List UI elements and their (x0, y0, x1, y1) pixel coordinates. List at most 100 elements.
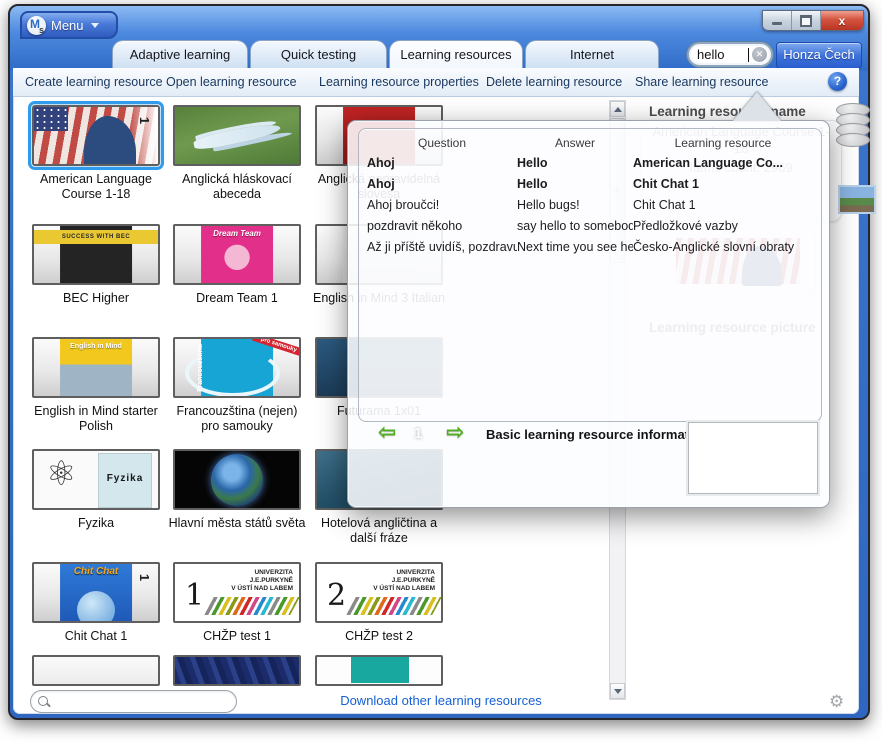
search-input[interactable] (697, 47, 749, 62)
search-box: ✕ (687, 42, 773, 67)
resource-thumbnail: Francouzština pro samouky (173, 337, 301, 398)
result-row[interactable]: AhojHelloAmerican Language Co... (359, 153, 821, 174)
resource-card[interactable]: Francouzština pro samouky Francouzština … (166, 337, 308, 434)
restore-button[interactable] (792, 11, 821, 30)
cover-bec-book: SUCCESS WITH BEC (34, 226, 158, 283)
page-number: 1 (414, 425, 422, 442)
resource-card[interactable]: Hlavní města států světa (166, 449, 308, 531)
cover-dream-team: Dream Team (175, 226, 299, 283)
tab-internet[interactable]: Internet (525, 40, 659, 68)
sidebar-name-label: Learning resource name (649, 104, 806, 119)
resource-card[interactable]: 2 UNIVERZITA J.E.PURKYNĚ V ÚSTÍ NAD LABE… (308, 562, 450, 644)
resource-title: Hlavní města států světa (166, 516, 308, 531)
toolbar-open-resource[interactable]: Open learning resource (166, 68, 297, 96)
cover-fyzika: ⚛ Fyzika (34, 451, 158, 508)
cover-earth (175, 451, 299, 508)
basic-info-label: Basic learning resource information (486, 427, 709, 442)
cover-american-flag (34, 107, 158, 164)
window-controls: x (762, 10, 864, 31)
resource-title: Hotelová angličtina a další fráze (308, 516, 450, 546)
resource-title: Fyzika (25, 516, 167, 531)
resource-thumbnail (315, 655, 443, 686)
resource-title: BEC Higher (25, 291, 167, 306)
popup-navigation: ⇦ 1 ⇨ Basic learning resource informatio… (358, 423, 820, 503)
prev-page-icon[interactable]: ⇦ (378, 423, 396, 443)
resource-thumbnail: Chit Chat 1 (32, 562, 160, 623)
toolbar-resource-properties[interactable]: Learning resource properties (319, 68, 479, 96)
resource-card[interactable]: 1 UNIVERZITA J.E.PURKYNĚ V ÚSTÍ NAD LABE… (166, 562, 308, 644)
resource-title: CHŽP test 2 (308, 629, 450, 644)
resource-thumbnail: 2 UNIVERZITA J.E.PURKYNĚ V ÚSTÍ NAD LABE… (315, 562, 443, 623)
text-caret (748, 48, 749, 62)
minimize-button[interactable] (763, 11, 792, 30)
scroll-up-button[interactable] (610, 101, 625, 117)
resource-thumbnail (173, 449, 301, 510)
resource-card[interactable] (25, 655, 167, 686)
info-preview-box (688, 422, 818, 494)
resource-title: Chit Chat 1 (25, 629, 167, 644)
tab-adaptive-learning[interactable]: Adaptive learning (112, 40, 248, 68)
resource-thumbnail: English in Mind (32, 337, 160, 398)
download-resources-link[interactable]: Download other learning resources (0, 693, 882, 708)
cover-chit-chat: Chit Chat (34, 564, 158, 621)
menu-label: Menu (51, 18, 84, 33)
resource-thumbnail (173, 655, 301, 686)
resource-thumbnail: SUCCESS WITH BEC (32, 224, 160, 285)
resource-title: Anglická hláskovací abeceda (166, 172, 308, 202)
app-window: M s Menu x Adaptive learning Quick testi… (0, 0, 882, 743)
cover-chzp-2: 2 UNIVERZITA J.E.PURKYNĚ V ÚSTÍ NAD LABE… (317, 564, 441, 621)
close-icon: x (839, 14, 846, 28)
resource-card[interactable]: 1 American Language Course 1-18 (25, 105, 167, 202)
resource-card[interactable]: SUCCESS WITH BEC BEC Higher (25, 224, 167, 306)
cover-airplane (175, 107, 299, 164)
resource-title: English in Mind starter Polish (25, 404, 167, 434)
photo-thumbnail[interactable] (838, 185, 876, 214)
chevron-down-icon (91, 23, 99, 28)
help-icon[interactable]: ? (828, 72, 847, 91)
next-page-icon[interactable]: ⇨ (446, 423, 464, 443)
column-resource: Learning resource (633, 133, 813, 153)
minimize-icon (772, 22, 782, 25)
resource-card[interactable] (166, 655, 308, 686)
tab-learning-resources[interactable]: Learning resources (389, 40, 523, 68)
resource-card[interactable]: Anglická hláskovací abeceda (166, 105, 308, 202)
database-icon[interactable] (836, 103, 872, 147)
toolbar-delete-resource[interactable]: Delete learning resource (486, 68, 622, 96)
user-account-button[interactable]: Honza Čech (776, 42, 862, 69)
resource-title: Dream Team 1 (166, 291, 308, 306)
cover-eim-starter: English in Mind (34, 339, 158, 396)
close-button[interactable]: x (821, 11, 863, 30)
resource-thumbnail (32, 655, 160, 686)
toolbar-create-resource[interactable]: Create learning resource (25, 68, 163, 96)
resource-card[interactable]: ⚛ Fyzika Fyzika (25, 449, 167, 531)
clear-search-icon[interactable]: ✕ (752, 47, 767, 62)
resource-thumbnail: Dream Team (173, 224, 301, 285)
arrow-up-icon (614, 107, 622, 112)
resource-title: CHŽP test 1 (166, 629, 308, 644)
tab-quick-testing[interactable]: Quick testing (250, 40, 387, 68)
resource-thumbnail: 1 (32, 105, 160, 166)
resource-thumbnail: 1 UNIVERZITA J.E.PURKYNĚ V ÚSTÍ NAD LABE… (173, 562, 301, 623)
search-results-popup: Question Answer Learning resource AhojHe… (347, 120, 830, 508)
resource-thumbnail (173, 105, 301, 166)
column-question: Question (367, 133, 517, 153)
resource-thumbnail: ⚛ Fyzika (32, 449, 160, 510)
menu-button[interactable]: M s Menu (20, 11, 118, 39)
resource-title: Francouzština (nejen) pro samouky (166, 404, 308, 434)
resource-card[interactable]: Dream Team Dream Team 1 (166, 224, 308, 306)
restore-icon (800, 15, 812, 27)
app-logo-icon: M s (27, 16, 46, 35)
result-row[interactable]: AhojHelloChit Chat 1 (359, 174, 821, 195)
results-header-row: Question Answer Learning resource (359, 133, 821, 153)
result-row[interactable]: pozdravit někohosay hello to somebodyPře… (359, 216, 821, 237)
resource-card[interactable]: English in Mind English in Mind starter … (25, 337, 167, 434)
column-answer: Answer (517, 133, 633, 153)
results-list: Question Answer Learning resource AhojHe… (358, 128, 822, 422)
gear-icon[interactable]: ⚙ (829, 692, 844, 712)
cover-french-book: Francouzština pro samouky (175, 339, 299, 396)
resource-card[interactable] (308, 655, 450, 686)
result-row[interactable]: Až ji příště uvidíš, pozdravu...Next tim… (359, 237, 821, 258)
resource-card[interactable]: Chit Chat 1 Chit Chat 1 (25, 562, 167, 644)
result-row[interactable]: Ahoj broučci!Hello bugs!Chit Chat 1 (359, 195, 821, 216)
atom-icon: ⚛ (46, 457, 76, 491)
